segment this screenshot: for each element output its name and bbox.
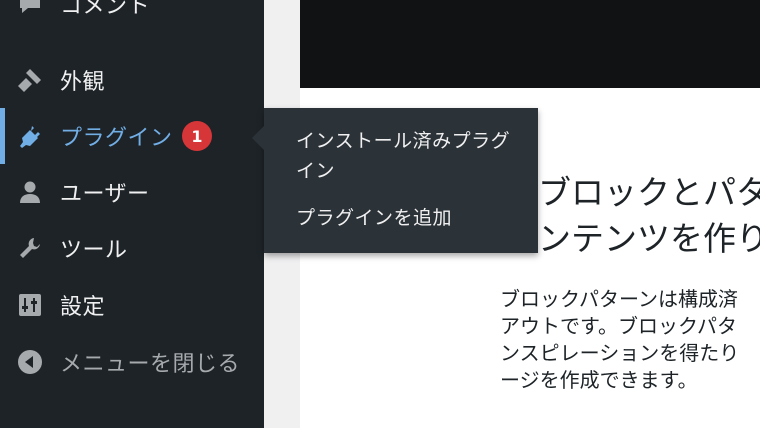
sidebar-item-label: メニューを閉じる <box>60 352 241 377</box>
sidebar-item-tools[interactable]: ツール <box>0 220 264 276</box>
sidebar-item-label: 外観 <box>60 70 106 95</box>
update-count-badge: 1 <box>182 121 212 151</box>
admin-sidebar: コメント 外観 プラグイン 1 ユーザー ツール 設定 メニューを閉じる <box>0 0 264 428</box>
sidebar-item-comments[interactable]: コメント <box>0 0 264 32</box>
flyout-pointer <box>252 126 264 150</box>
settings-sliders-icon <box>14 289 46 321</box>
sidebar-item-label: コメント <box>60 0 151 19</box>
sidebar-item-label: プラグイン <box>60 126 173 151</box>
wrench-icon <box>14 232 46 264</box>
sidebar-item-label: ユーザー <box>60 182 150 207</box>
sidebar-item-label: 設定 <box>60 295 106 320</box>
sidebar-item-settings[interactable]: 設定 <box>0 277 264 333</box>
comment-icon <box>14 0 46 20</box>
page-description: ブロックパターンは構成済 アウトです。ブロックパタ ンスピレーションを得たり ー… <box>500 287 740 392</box>
plugins-flyout-submenu: インストール済みプラグイン プラグインを追加 <box>252 108 538 253</box>
page-heading: ブロックとパター ンテンツを作り <box>538 173 760 258</box>
user-icon <box>14 176 46 208</box>
submenu-add-plugin[interactable]: プラグインを追加 <box>296 203 514 233</box>
active-indicator <box>0 108 5 164</box>
collapse-menu-button[interactable]: メニューを閉じる <box>0 334 264 390</box>
sidebar-item-label: ツール <box>60 238 128 263</box>
sidebar-item-appearance[interactable]: 外観 <box>0 52 264 108</box>
sidebar-item-plugins[interactable]: プラグイン 1 <box>0 108 264 164</box>
paintbrush-icon <box>14 64 46 96</box>
collapse-arrow-icon <box>14 346 46 378</box>
sidebar-item-users[interactable]: ユーザー <box>0 164 264 220</box>
plugin-icon <box>14 120 46 152</box>
submenu-installed-plugins[interactable]: インストール済みプラグイン <box>296 126 514 186</box>
pattern-preview-banner <box>300 0 760 88</box>
